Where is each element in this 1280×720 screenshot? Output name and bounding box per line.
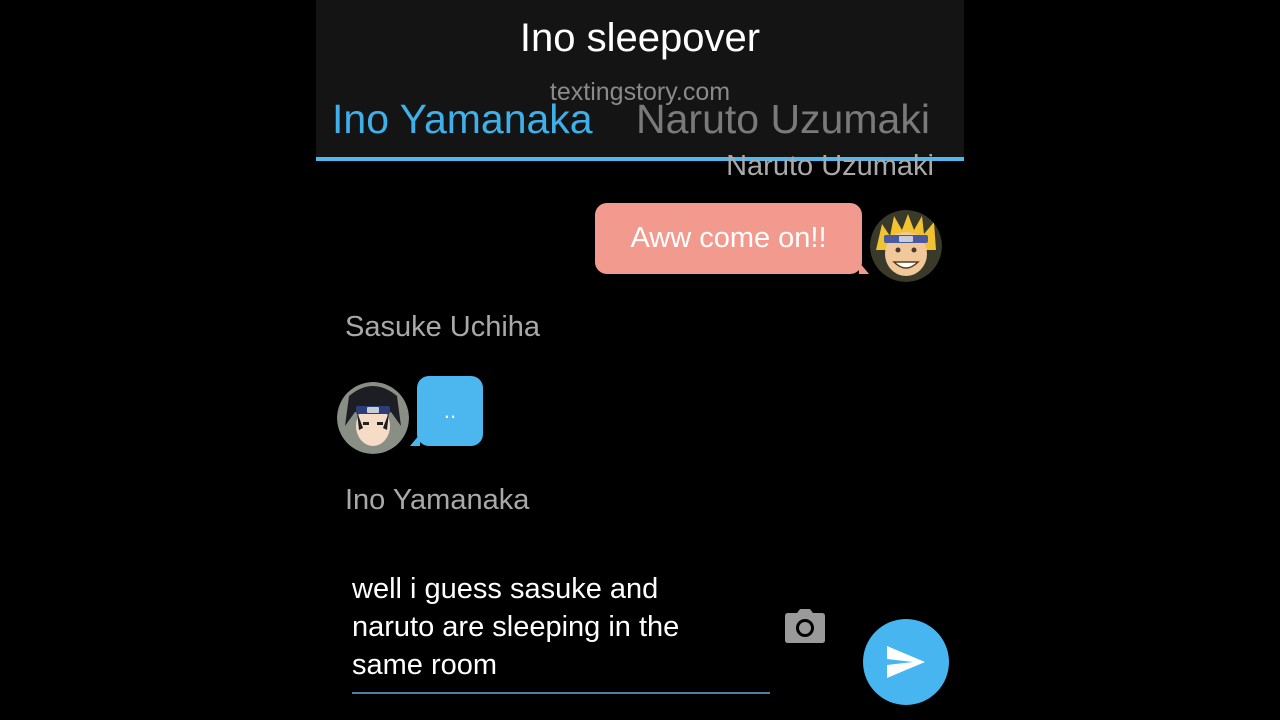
chat-screen: Ino sleepover textingstory.com Ino Yaman… (316, 0, 964, 720)
chat-title: Ino sleepover (519, 16, 761, 60)
tab-naruto-uzumaki[interactable]: Naruto Uzumaki (636, 96, 930, 143)
message-bubble-outgoing[interactable]: Aww come on!! (595, 203, 869, 274)
input-line-2: naruto are sleeping in the (352, 611, 680, 643)
sender-name-sasuke: Sasuke Uchiha (345, 311, 541, 343)
naruto-avatar[interactable] (870, 210, 942, 282)
input-line-1: well i guess sasuke and (352, 573, 659, 605)
message-bubble-incoming[interactable]: .. (410, 376, 483, 446)
send-icon (887, 646, 925, 678)
input-line-3: same room (352, 649, 498, 681)
message-input-text[interactable]: well i guess sasuke and naruto are sleep… (352, 570, 770, 688)
chat-header: Ino sleepover textingstory.com Ino Yaman… (316, 0, 964, 161)
tab-ino-yamanaka[interactable]: Ino Yamanaka (332, 96, 593, 143)
send-button[interactable] (863, 619, 949, 705)
sasuke-avatar[interactable] (337, 382, 409, 454)
message-text: .. (443, 398, 457, 423)
input-underline (352, 692, 770, 694)
composer-sender-name: Ino Yamanaka (345, 484, 530, 516)
message-input[interactable]: well i guess sasuke and naruto are sleep… (352, 570, 770, 694)
message-text: Aww come on!! (630, 222, 827, 254)
sender-name-naruto: Naruto Uzumaki (726, 150, 934, 182)
camera-icon[interactable] (784, 608, 826, 644)
